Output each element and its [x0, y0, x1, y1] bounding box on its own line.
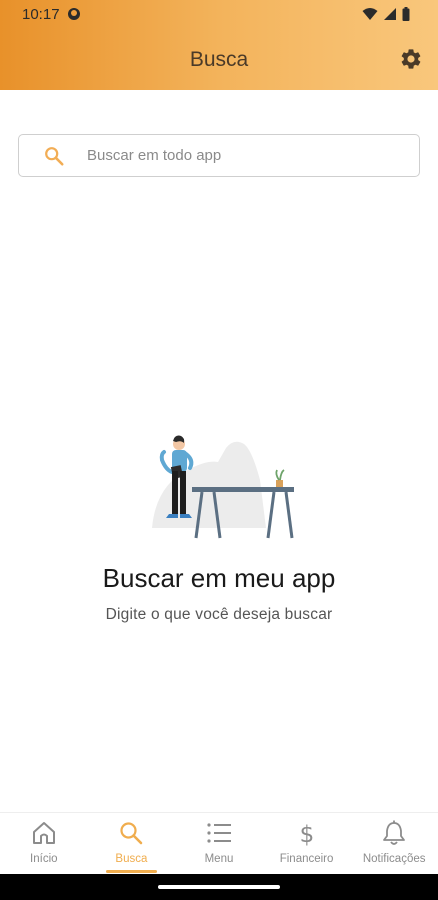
system-navigation-bar [0, 874, 438, 900]
gear-icon[interactable] [399, 47, 423, 71]
tab-menu[interactable]: Menu [175, 813, 263, 874]
list-icon [207, 823, 231, 843]
tab-inicio[interactable]: Início [0, 813, 88, 874]
svg-text:$: $ [299, 822, 314, 847]
bell-icon [383, 820, 406, 845]
status-time: 10:17 [22, 6, 60, 23]
tab-notificacoes[interactable]: Notificações [350, 813, 438, 874]
app-notification-icon [68, 8, 80, 20]
signal-icon [384, 8, 396, 20]
active-tab-indicator [105, 870, 158, 873]
empty-state-subtitle: Digite o que você deseja buscar [105, 606, 333, 623]
empty-state-title: Buscar em meu app [102, 563, 336, 593]
tab-busca[interactable]: Busca [88, 813, 176, 874]
tab-label: Financeiro [279, 853, 334, 865]
app-header: 10:17 Busca [0, 0, 438, 90]
empty-state-illustration [152, 435, 294, 539]
search-input[interactable] [85, 136, 405, 175]
wifi-icon [362, 8, 378, 20]
tab-label: Busca [115, 853, 148, 865]
home-gesture-handle[interactable] [158, 885, 280, 889]
search-icon [120, 822, 143, 845]
dollar-icon: $ [299, 822, 314, 847]
tab-label: Menu [204, 853, 234, 865]
page-title: Busca [189, 48, 249, 71]
tab-label: Notificações [362, 853, 426, 865]
bottom-tab-bar: Início Busca Menu $ Financeiro Notificaç… [0, 812, 438, 874]
search-box[interactable] [18, 134, 420, 177]
status-icons [362, 6, 410, 22]
tab-label: Início [30, 853, 58, 865]
tab-financeiro[interactable]: $ Financeiro [263, 813, 351, 874]
search-icon [45, 147, 64, 166]
battery-icon [402, 7, 410, 21]
status-bar: 10:17 [0, 0, 438, 30]
home-icon [32, 822, 55, 844]
